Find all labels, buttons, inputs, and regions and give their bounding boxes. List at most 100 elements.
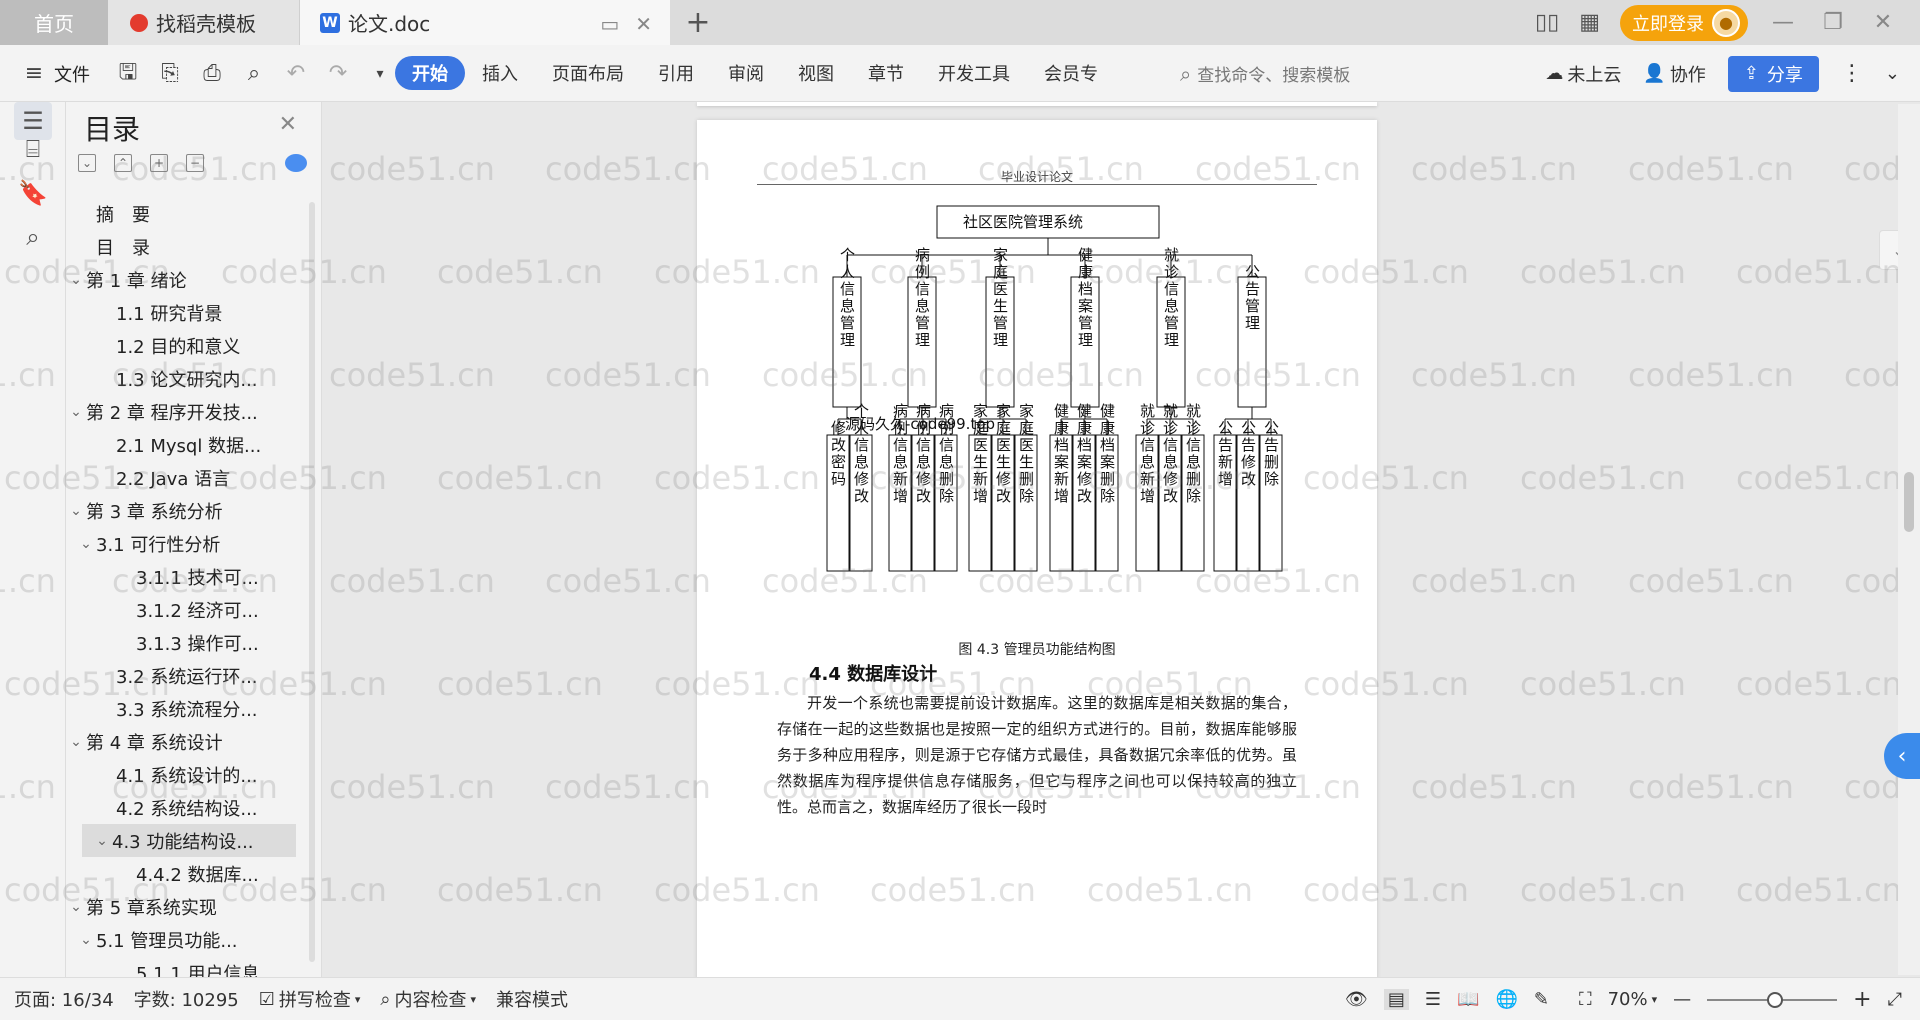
toc-item[interactable]: ⌄ 3.1 可行性分析 (66, 527, 296, 560)
user-icon: 👤 (1643, 63, 1666, 84)
scroll-thumb[interactable] (1904, 472, 1914, 532)
minimize-icon[interactable]: — (1768, 10, 1798, 35)
file-menu[interactable]: 文件 (54, 61, 90, 87)
toc-scrollbar[interactable] (309, 202, 315, 962)
restore-icon[interactable]: ❐ (1818, 10, 1848, 35)
toc-item[interactable]: ⌄ 5.1 管理员功能... (66, 923, 296, 956)
chevron-down-icon[interactable]: ⌄ (92, 833, 112, 849)
zoom-out-icon[interactable]: — (1673, 989, 1691, 1010)
web-view-icon[interactable]: 🌐 (1495, 989, 1517, 1010)
chevron-down-icon[interactable]: ⌄ (76, 932, 96, 948)
read-view-icon[interactable]: 📖 (1457, 989, 1479, 1010)
undo-icon[interactable]: ↶ (282, 60, 310, 88)
ribbon-tab-layout[interactable]: 页面布局 (535, 56, 641, 90)
add-heading-icon[interactable]: + (150, 154, 168, 172)
more-icon[interactable]: ⋮ (1841, 61, 1863, 86)
ribbon-tab-view[interactable]: 视图 (781, 56, 851, 90)
pen-icon[interactable]: ✎ (1534, 989, 1549, 1010)
close-window-icon[interactable]: ✕ (1868, 10, 1898, 35)
login-button[interactable]: 立即登录 ● (1620, 4, 1748, 41)
close-icon[interactable]: ✕ (279, 112, 297, 137)
toc-item[interactable]: 1.3 论文研究内... (66, 362, 296, 395)
zoom-level[interactable]: 70% (1608, 989, 1648, 1010)
toc-item[interactable]: 5.1.1 用户信息... (66, 956, 296, 978)
chevron-down-icon[interactable]: ⌄ (66, 734, 86, 750)
page-count[interactable]: 页面: 16/34 (14, 986, 114, 1012)
toc-item[interactable]: 4.1 系统设计的... (66, 758, 296, 791)
export-pdf-icon[interactable]: ⎘ (156, 60, 184, 88)
toc-item[interactable]: 摘 要 (66, 197, 296, 230)
page-view-icon[interactable]: ▤ (1383, 989, 1409, 1010)
ribbon-tab-developer[interactable]: 开发工具 (921, 56, 1027, 90)
collapse-ribbon-icon[interactable]: ⌄ (1885, 63, 1900, 84)
expand-all-icon[interactable]: ⌄ (78, 154, 96, 172)
toc-item[interactable]: ⌄ 第 5 章系统实现 (66, 890, 296, 923)
save-icon[interactable]: 🖫 (114, 60, 142, 88)
remove-heading-icon[interactable]: − (186, 154, 204, 172)
print-icon[interactable]: ⎙ (198, 60, 226, 88)
toc-item[interactable]: ⌄ 4.3 功能结构设... (82, 824, 296, 857)
chevron-down-icon[interactable]: ⌄ (66, 272, 86, 288)
bookmark-icon[interactable]: 🔖 (14, 174, 52, 212)
redo-icon[interactable]: ↷ (324, 60, 352, 88)
toc-item[interactable]: ⌄ 第 2 章 程序开发技... (66, 395, 296, 428)
toc-item[interactable]: ⌄ 第 1 章 绪论 (66, 263, 296, 296)
compat-mode[interactable]: 兼容模式 (496, 986, 568, 1012)
chevron-down-icon[interactable]: ⌄ (66, 503, 86, 519)
nav-outline-icon[interactable]: ⌸ (14, 130, 52, 168)
reading-mode-icon[interactable]: ▯▯ (1535, 10, 1559, 35)
ribbon-tab-member[interactable]: 会员专 (1027, 56, 1115, 90)
print-preview-icon[interactable]: ⌕ (240, 60, 268, 88)
outline-view-icon[interactable]: ☰ (1425, 989, 1441, 1010)
find-icon[interactable]: ⌕ (14, 218, 52, 256)
zoom-slider[interactable] (1707, 991, 1838, 1008)
toc-item[interactable]: 2.1 Mysql 数据... (66, 428, 296, 461)
toc-item[interactable]: 3.1.3 操作可... (66, 626, 296, 659)
cloud-status[interactable]: ☁ 未上云 (1545, 61, 1621, 87)
eye-protect-icon[interactable]: 👁 (1345, 989, 1368, 1010)
tab-document[interactable]: W 论文.doc ▭ ✕ (300, 0, 670, 45)
toc-item[interactable]: 4.2 系统结构设... (66, 791, 296, 824)
menu-icon[interactable]: ≡ (20, 60, 48, 88)
more-dropdown-icon[interactable]: ▾ (366, 60, 394, 88)
collapse-all-icon[interactable]: ⌃ (114, 154, 132, 172)
toc-item[interactable]: 1.2 目的和意义 (66, 329, 296, 362)
toc-item[interactable]: 3.1.1 技术可... (66, 560, 296, 593)
zoom-in-icon[interactable]: + (1853, 987, 1871, 1012)
close-tab-icon[interactable]: ✕ (635, 12, 652, 36)
toc-item[interactable]: 1.1 研究背景 (66, 296, 296, 329)
zoom-dropdown-icon[interactable]: ▾ (1652, 993, 1658, 1006)
toc-item[interactable]: 4.4.2 数据库... (66, 857, 296, 890)
ai-assistant-icon[interactable] (285, 154, 307, 172)
share-button[interactable]: ⇪ 分享 (1727, 55, 1819, 92)
toc-item[interactable]: 目 录 (66, 230, 296, 263)
toc-item[interactable]: 3.1.2 经济可... (66, 593, 296, 626)
chevron-down-icon[interactable]: ⌄ (76, 536, 96, 552)
ribbon-tab-review[interactable]: 审阅 (711, 56, 781, 90)
ribbon-tab-insert[interactable]: 插入 (465, 56, 535, 90)
ribbon-tab-start[interactable]: 开始 (395, 56, 465, 90)
toc-item[interactable]: 3.2 系统运行环... (66, 659, 296, 692)
collab-button[interactable]: 👤 协作 (1643, 61, 1705, 87)
fullscreen-icon[interactable]: ⤢ (1888, 989, 1902, 1010)
chevron-down-icon[interactable]: ⌄ (66, 404, 86, 420)
chevron-down-icon[interactable]: ⌄ (66, 899, 86, 915)
fit-page-icon[interactable]: ⛶ (1579, 989, 1592, 1010)
content-check[interactable]: ⌕ 内容检查 ▾ (380, 986, 476, 1012)
vertical-scrollbar[interactable] (1898, 104, 1920, 975)
word-count[interactable]: 字数: 10295 (134, 986, 239, 1012)
screen-icon[interactable]: ▭ (600, 12, 619, 36)
tab-template[interactable]: 找稻壳模板 (108, 0, 300, 45)
ribbon-tab-references[interactable]: 引用 (641, 56, 711, 90)
toc-item[interactable]: 2.2 Java 语言 (66, 461, 296, 494)
zoom-knob[interactable] (1767, 991, 1784, 1008)
command-search[interactable]: ⌕ 查找命令、搜索模板 (1180, 45, 1350, 102)
toc-item[interactable]: 3.3 系统流程分... (66, 692, 296, 725)
apps-grid-icon[interactable]: ▦ (1579, 10, 1600, 35)
new-tab-button[interactable]: + (670, 0, 726, 45)
ribbon-tab-chapter[interactable]: 章节 (851, 56, 921, 90)
tab-home[interactable]: 首页 (0, 0, 108, 45)
spell-check[interactable]: ☑ 拼写检查 ▾ (259, 986, 361, 1012)
toc-item[interactable]: ⌄ 第 3 章 系统分析 (66, 494, 296, 527)
toc-item[interactable]: ⌄ 第 4 章 系统设计 (66, 725, 296, 758)
